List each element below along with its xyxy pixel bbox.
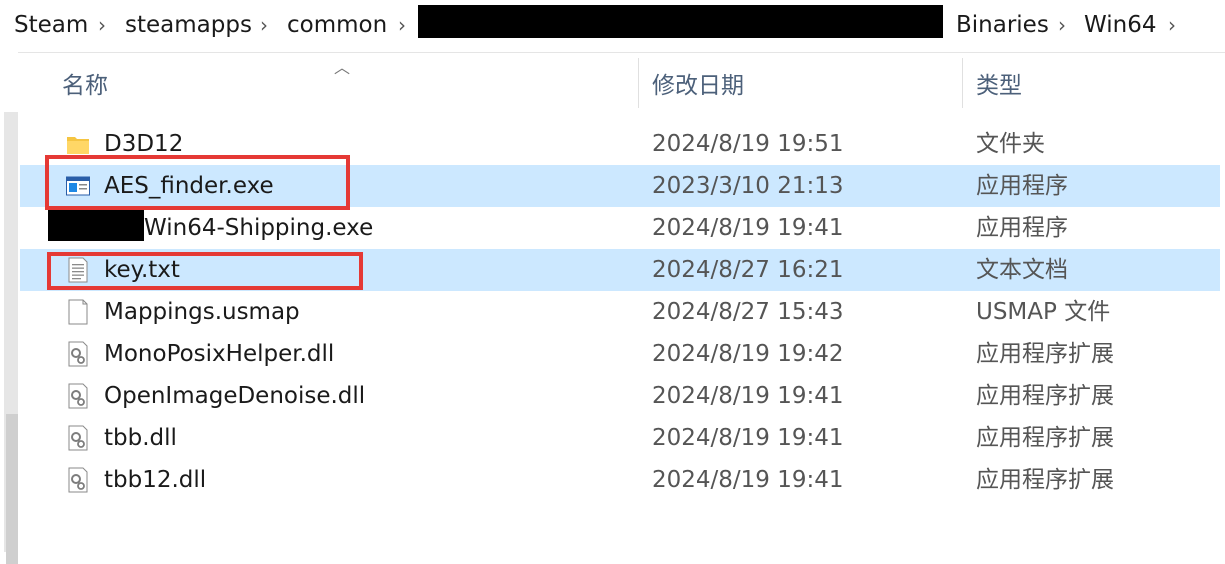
- file-modified: 2024/8/19 19:41: [652, 215, 844, 241]
- file-type: 应用程序: [976, 215, 1068, 241]
- chevron-right-icon[interactable]: ›: [398, 8, 406, 42]
- file-name: tbb12.dll: [104, 467, 207, 493]
- chevron-right-icon[interactable]: ›: [98, 8, 106, 42]
- file-type: 应用程序扩展: [976, 467, 1114, 493]
- breadcrumb-steam[interactable]: Steam: [14, 8, 88, 42]
- file-type: 文件夹: [976, 131, 1045, 157]
- file-name: tbb.dll: [104, 425, 177, 451]
- chevron-right-icon[interactable]: ›: [1058, 8, 1066, 42]
- dll-file-icon: [68, 341, 88, 367]
- breadcrumb-common[interactable]: common: [287, 8, 387, 42]
- redacted-file-prefix: [48, 207, 144, 241]
- scrollbar-thumb[interactable]: [6, 414, 18, 564]
- breadcrumb-binaries[interactable]: Binaries: [956, 8, 1049, 42]
- dll-file-icon: [68, 425, 88, 451]
- file-modified: 2024/8/27 16:21: [652, 257, 844, 283]
- file-modified: 2024/8/19 19:41: [652, 467, 844, 493]
- vertical-scrollbar[interactable]: [0, 52, 18, 564]
- file-modified: 2023/3/10 21:13: [652, 173, 844, 199]
- column-header-modified[interactable]: 修改日期: [652, 70, 744, 102]
- file-type: 文本文档: [976, 257, 1068, 283]
- file-row[interactable]: OpenImageDenoise.dll 2024/8/19 19:41 应用程…: [20, 375, 1220, 417]
- file-modified: 2024/8/19 19:41: [652, 383, 844, 409]
- file-row[interactable]: tbb12.dll 2024/8/19 19:41 应用程序扩展: [20, 459, 1220, 501]
- file-type: 应用程序扩展: [976, 341, 1114, 367]
- folder-icon: [67, 137, 89, 154]
- file-modified: 2024/8/27 15:43: [652, 299, 844, 325]
- breadcrumb-win64[interactable]: Win64: [1084, 8, 1156, 42]
- column-divider[interactable]: [638, 58, 639, 108]
- column-divider[interactable]: [962, 58, 963, 108]
- file-row[interactable]: MonoPosixHelper.dll 2024/8/19 19:42 应用程序…: [20, 333, 1220, 375]
- file-name: Mappings.usmap: [104, 299, 300, 325]
- file-modified: 2024/8/19 19:51: [652, 131, 844, 157]
- file-type: 应用程序扩展: [976, 425, 1114, 451]
- sort-ascending-icon: ︿: [334, 58, 351, 77]
- file-name: MonoPosixHelper.dll: [104, 341, 335, 367]
- file-row[interactable]: Win64-Shipping.exe 2024/8/19 19:41 应用程序: [20, 207, 1220, 249]
- file-name: OpenImageDenoise.dll: [104, 383, 366, 409]
- chevron-right-icon[interactable]: ›: [1168, 8, 1176, 42]
- blank-file-icon: [68, 299, 88, 325]
- highlight-box-aes-finder: [45, 155, 350, 210]
- file-row[interactable]: tbb.dll 2024/8/19 19:41 应用程序扩展: [20, 417, 1220, 459]
- highlight-box-key-txt: [47, 252, 363, 290]
- column-header-type[interactable]: 类型: [976, 70, 1022, 102]
- file-name: Win64-Shipping.exe: [144, 215, 374, 241]
- redacted-folder-name: [418, 5, 943, 38]
- file-type: USMAP 文件: [976, 299, 1111, 325]
- dll-file-icon: [68, 383, 88, 409]
- breadcrumb: Steam › steamapps › common › Binaries › …: [0, 0, 1225, 53]
- file-row[interactable]: Mappings.usmap 2024/8/27 15:43 USMAP 文件: [20, 291, 1220, 333]
- column-header-name[interactable]: 名称: [62, 70, 108, 102]
- file-type: 应用程序扩展: [976, 383, 1114, 409]
- file-modified: 2024/8/19 19:42: [652, 341, 844, 367]
- breadcrumb-steamapps[interactable]: steamapps: [125, 8, 252, 42]
- chevron-right-icon[interactable]: ›: [260, 8, 268, 42]
- file-modified: 2024/8/19 19:41: [652, 425, 844, 451]
- file-type: 应用程序: [976, 173, 1068, 199]
- dll-file-icon: [68, 467, 88, 493]
